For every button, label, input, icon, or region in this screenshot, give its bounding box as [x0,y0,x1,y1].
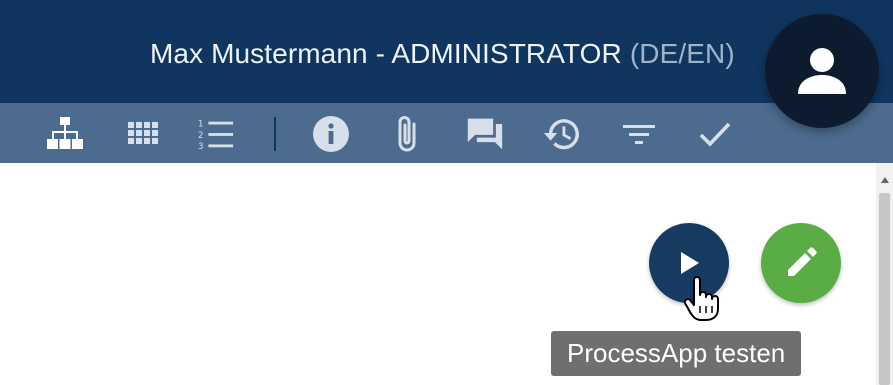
vertical-scrollbar[interactable] [876,163,893,385]
edit-button[interactable] [761,223,841,303]
check-icon[interactable] [696,115,734,153]
svg-text:1: 1 [198,119,203,129]
numbered-list-icon[interactable]: 1 2 3 [197,115,235,153]
user-avatar[interactable] [765,14,879,128]
svg-text:2: 2 [198,131,203,141]
header-user-title: Max Mustermann - ADMINISTRATOR (DE/EN) [150,36,735,72]
tooltip: ProcessApp testen [551,331,802,376]
user-name-role: Max Mustermann - ADMINISTRATOR [150,38,622,69]
test-processapp-button[interactable] [649,223,729,303]
pencil-icon [788,247,817,276]
toolbar: 1 2 3 [0,103,893,163]
scrollbar-thumb[interactable] [879,193,890,385]
app-window: Max Mustermann - ADMINISTRATOR (DE/EN) 1… [0,0,893,385]
language-switch[interactable]: (DE/EN) [630,38,735,69]
history-icon[interactable] [543,115,581,153]
sitemap-icon[interactable] [46,115,84,153]
attachment-icon[interactable] [388,115,426,153]
play-icon [681,252,699,274]
grid-icon[interactable] [125,115,163,153]
scroll-up-icon[interactable] [876,173,893,187]
info-icon[interactable] [312,115,350,153]
comments-icon[interactable] [466,115,504,153]
app-header: Max Mustermann - ADMINISTRATOR (DE/EN) [0,0,893,103]
person-icon [798,48,846,94]
svg-text:3: 3 [198,142,203,152]
filter-icon[interactable] [620,115,658,153]
toolbar-separator [274,117,276,151]
